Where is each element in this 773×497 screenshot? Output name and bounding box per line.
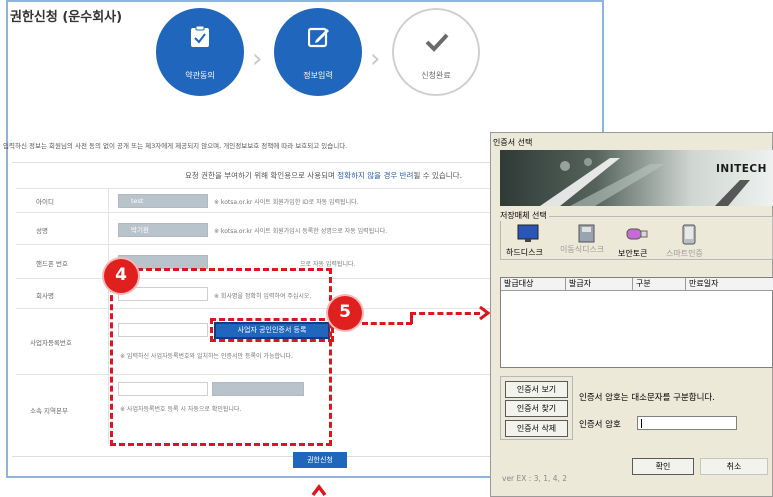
id-hint: ※ kotsa.or.kr 사이트 회원가입한 ID로 자동 입력됩니다. [214,199,359,206]
column-issuer[interactable]: 발급자 [566,278,633,291]
form-header-emphasis: 정확하지 않을 경우 반려 [337,171,414,180]
name-field: 박기환 [118,223,208,237]
view-cert-button[interactable]: 인증서 보기 [505,381,568,398]
clipboard-check-icon [191,26,209,47]
dialog-banner [500,150,773,206]
form-header-notice: 요청 권한을 부여하기 위해 확인용으로 사용되며 정확하지 않을 경우 반려될… [12,170,462,181]
id-label: 아이디 [36,198,54,206]
media-smart-cert-label: 스마트인증 [666,249,703,258]
dialog-title: 인증서 선택 [493,138,533,147]
cancel-button[interactable]: 취소 [700,458,768,475]
storage-media-label: 저장매체 선택 [498,210,549,221]
usb-token-icon [626,228,648,240]
case-sensitivity-notice: 인증서 암호는 대소문자를 구분합니다. [579,393,715,403]
name-hint: ※ kotsa.or.kr 사이트 회원가입시 등록한 성명으로 자동 입력됩니… [214,228,388,235]
step-terms: 약관동의 [156,8,244,96]
step-complete: 신청완료 [392,8,480,96]
step-info-input-label: 정보입력 [303,71,333,80]
arrow-right-icon [479,305,490,321]
password-label: 인증서 암호 [579,420,621,430]
media-smart-cert[interactable]: 스마트인증 [664,222,714,259]
column-divider [108,188,109,444]
business-no-label: 사업자등록번호 [30,339,72,347]
column-type[interactable]: 구분 [633,278,686,291]
removable-disk-icon [578,224,595,243]
step-terms-label: 약관동의 [185,71,215,80]
smartphone-icon [682,224,696,245]
media-hard-disk-label: 하드디스크 [506,248,543,257]
company-label: 회사명 [36,292,54,300]
monitor-icon [517,224,539,242]
edit-icon [308,27,329,48]
media-security-token[interactable]: 보안토큰 [614,222,660,259]
id-field: test [118,194,208,208]
initech-logo: INITECH [716,163,767,175]
ok-button[interactable]: 확인 [632,458,694,475]
banner-graphic [540,158,750,206]
form-header-text: 요청 권한을 부여하기 위해 확인용으로 사용되며 [184,171,338,180]
delete-cert-button[interactable]: 인증서 삭제 [505,420,568,437]
media-security-token-label: 보안토큰 [618,249,648,258]
apply-permission-button[interactable]: 권한신청 [293,452,347,468]
form-header-text-end: 될 수 있습니다. [413,171,462,180]
media-removable-disk-label: 이동식디스크 [560,245,605,254]
chevron-right-icon: › [370,44,381,74]
media-hard-disk[interactable]: 하드디스크 [503,222,555,259]
version-label: ver EX : 3, 1, 4, 2 [502,474,568,483]
checkmark-icon [425,33,449,52]
column-expiry[interactable]: 만료일자 [686,278,773,291]
cert-password-input[interactable] [637,416,737,430]
annotation-highlight-box [110,268,332,446]
screenshot-root: 권한신청 (운수회사) 약관동의 › 정보입력 › 신청완료 입력하신 정보는 … [0,0,773,497]
step-5-badge: 5 [328,296,362,330]
text-cursor [641,419,642,428]
step-complete-label: 신청완료 [421,71,451,80]
chevron-right-icon: › [252,44,263,74]
phone-hint: 으로 자동 입력됩니다. [300,261,356,268]
media-removable-disk[interactable]: 이동식디스크 [558,222,612,259]
find-cert-button[interactable]: 인증서 찾기 [505,400,568,417]
annotation-arrow-segment [410,312,480,315]
certificate-list[interactable]: 발급대상 발급자 구분 만료일자 [500,277,773,368]
column-issued-to[interactable]: 발급대상 [501,278,566,291]
phone-label: 핸드폰 번호 [36,260,68,268]
step-4-badge: 4 [104,259,138,293]
name-label: 성명 [36,227,48,235]
step-info-input: 정보입력 [274,8,362,96]
annotation-arrow-segment [362,322,412,325]
page-title: 권한신청 (운수회사) [10,10,123,25]
arrow-up-icon [311,484,327,497]
annotation-cert-button-highlight [210,318,334,342]
region-label: 소속 지역본부 [30,407,68,415]
privacy-notice: 입력하신 정보는 회원님의 사전 동의 없이 공개 또는 제3자에게 제공되지 … [3,142,348,150]
